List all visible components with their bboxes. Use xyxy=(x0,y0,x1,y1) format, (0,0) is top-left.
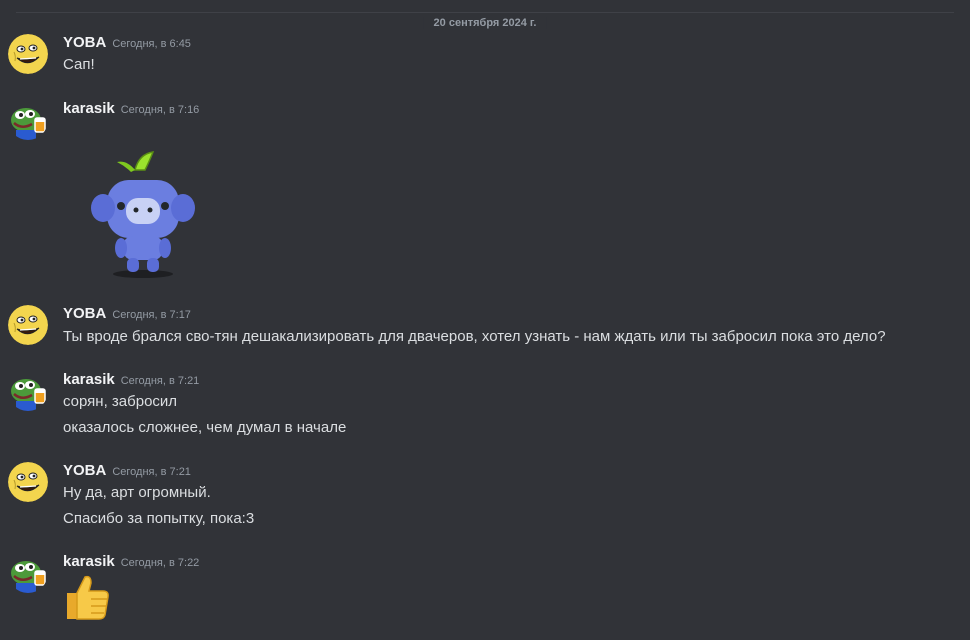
message-header: karasik Сегодня, в 7:22 xyxy=(63,553,199,571)
timestamp: Сегодня, в 7:21 xyxy=(112,466,191,478)
timestamp: Сегодня, в 7:21 xyxy=(120,375,200,387)
message-header: YOBA Сегодня, в 7:17 xyxy=(63,305,191,323)
message-group[interactable]: karasik Сегодня, в 7:16 xyxy=(0,100,970,285)
date-divider-label: 20 сентября 2024 г. xyxy=(423,17,547,29)
message-text: Ты вроде брался сво-тян дешакализировать… xyxy=(63,328,886,345)
author-name[interactable]: karasik xyxy=(63,371,115,388)
author-name[interactable]: karasik xyxy=(63,100,115,117)
message-header: karasik Сегодня, в 7:16 xyxy=(63,100,199,118)
pepe-frog-icon[interactable] xyxy=(8,100,48,140)
timestamp: Сегодня, в 7:16 xyxy=(120,104,200,116)
author-name[interactable]: karasik xyxy=(63,553,115,570)
message-text: сорян, забросил xyxy=(63,393,178,410)
message-group[interactable]: YOBA Сегодня, в 7:17 Ты вроде брался сво-… xyxy=(0,305,970,350)
yoba-face-icon[interactable] xyxy=(8,34,48,74)
yoba-face-icon[interactable] xyxy=(8,462,48,502)
date-divider: 20 сентября 2024 г. xyxy=(16,12,954,29)
timestamp: Сегодня, в 7:22 xyxy=(120,557,200,569)
message-group[interactable]: YOBA Сегодня, в 6:45 Сап! xyxy=(0,34,970,74)
message-group[interactable]: karasik Сегодня, в 7:21 сорян, забросил о… xyxy=(0,371,970,441)
message-header: YOBA Сегодня, в 7:21 xyxy=(63,462,191,480)
message-text: оказалось сложнее, чем думал в начале xyxy=(63,419,347,436)
thumbs-up-icon[interactable] xyxy=(61,571,113,623)
timestamp: Сегодня, в 7:17 xyxy=(112,309,191,321)
pepe-frog-icon[interactable] xyxy=(8,371,48,411)
message-group[interactable]: YOBA Сегодня, в 7:21 Ну да, арт огромный.… xyxy=(0,462,970,532)
yoba-face-icon[interactable] xyxy=(8,305,48,345)
wumpus-sticker-icon[interactable] xyxy=(73,140,213,280)
pepe-frog-icon[interactable] xyxy=(8,553,48,593)
message-header: YOBA Сегодня, в 6:45 xyxy=(63,34,191,52)
timestamp: Сегодня, в 6:45 xyxy=(112,38,191,50)
message-header: karasik Сегодня, в 7:21 xyxy=(63,371,199,389)
message-text: Сап! xyxy=(63,56,95,73)
message-text: Спасибо за попытку, пока:3 xyxy=(63,510,255,527)
author-name[interactable]: YOBA xyxy=(63,462,106,479)
message-text: Ну да, арт огромный. xyxy=(63,484,211,501)
author-name[interactable]: YOBA xyxy=(63,305,106,322)
chat-messages: 20 сентября 2024 г. YOBA Сегодня, в 6:45 … xyxy=(0,0,970,640)
message-group[interactable]: karasik Сегодня, в 7:22 xyxy=(0,553,970,628)
author-name[interactable]: YOBA xyxy=(63,34,106,51)
